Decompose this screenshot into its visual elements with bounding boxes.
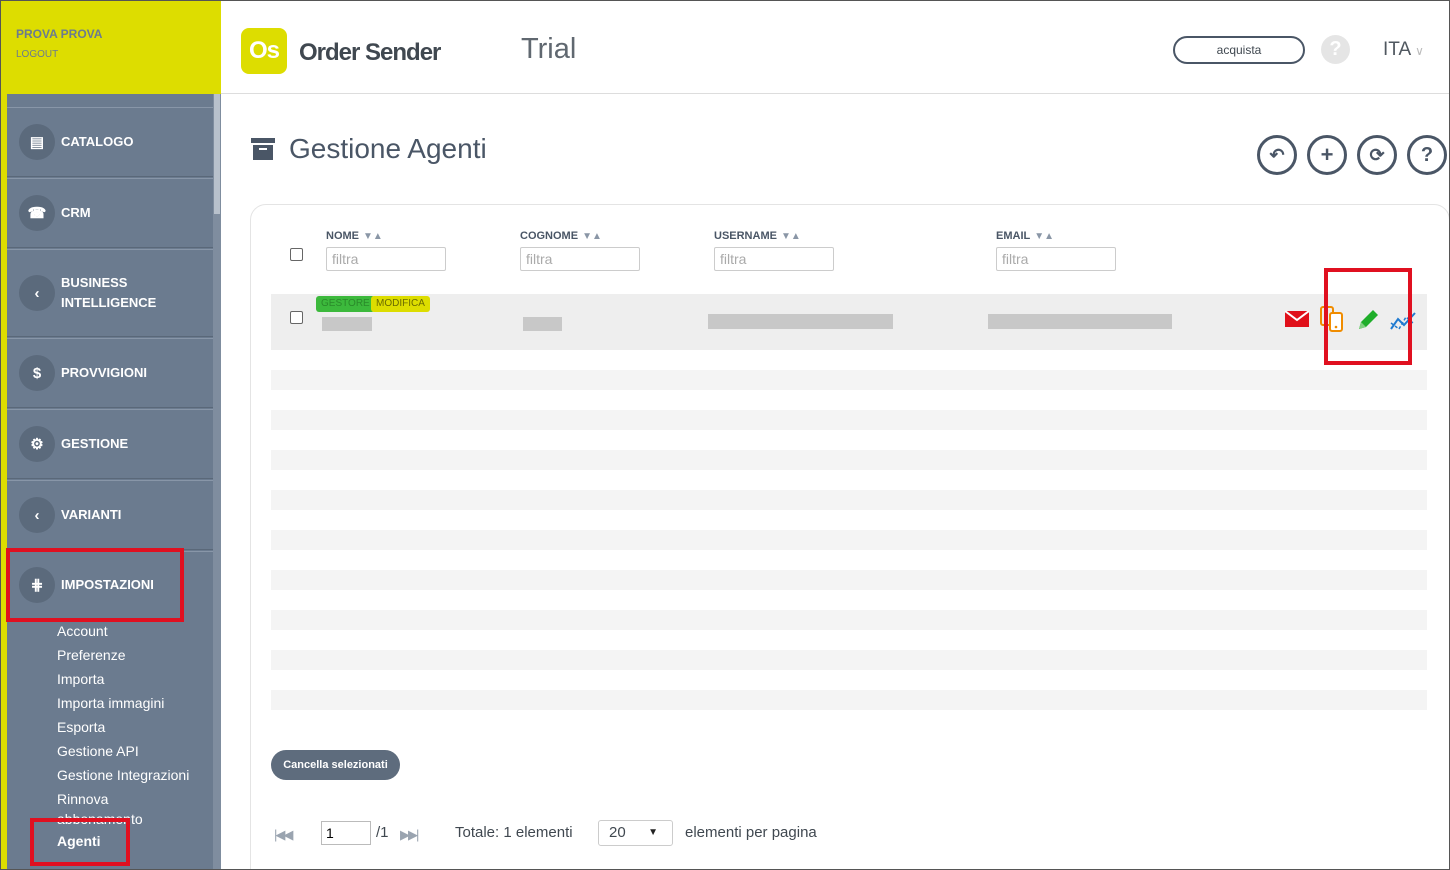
empty-row [271, 450, 1427, 470]
submenu-gestione-api[interactable]: Gestione API [57, 739, 189, 763]
empty-row [271, 370, 1427, 390]
column-label: COGNOME [520, 230, 579, 242]
sidebar-item-catalogo[interactable]: ▤ CATALOGO [7, 107, 213, 177]
column-label: EMAIL [996, 230, 1031, 242]
user-name: PROVA PROVA [16, 27, 103, 41]
row-checkbox[interactable] [290, 311, 303, 324]
chevron-down-icon: ∨ [1415, 44, 1424, 58]
gear-icon: ⚙ [19, 426, 55, 462]
select-all-checkbox[interactable] [290, 248, 303, 261]
empty-row [271, 610, 1427, 630]
logo-badge: Os [241, 28, 287, 74]
acquista-button[interactable]: acquista [1173, 36, 1305, 64]
submenu-esporta[interactable]: Esporta [57, 715, 189, 739]
dollar-icon: $ [19, 355, 55, 391]
empty-row [271, 650, 1427, 670]
empty-row [271, 490, 1427, 510]
chevron-left-circle-icon: ‹ [19, 275, 55, 311]
column-label: USERNAME [714, 230, 777, 242]
sidebar: PROVA PROVA LOGOUT ▤ CATALOGO ☎ CRM ‹ BU… [1, 1, 221, 869]
column-header-email[interactable]: EMAIL ▼▲ [996, 230, 1054, 242]
sidebar-item-label: GESTIONE [61, 436, 129, 451]
sidebar-item-gestione[interactable]: ⚙ GESTIONE [7, 409, 213, 479]
plan-label: Trial [521, 33, 577, 65]
language-label: ITA [1383, 39, 1412, 60]
sidebar-item-crm[interactable]: ☎ CRM [7, 178, 213, 248]
mail-icon[interactable] [1285, 309, 1309, 329]
sort-icon[interactable]: ▼▲ [1034, 231, 1054, 242]
filter-email-input[interactable] [996, 247, 1116, 271]
empty-row [271, 690, 1427, 710]
empty-row [271, 570, 1427, 590]
column-label: NOME [326, 230, 359, 242]
total-count: Totale: 1 elementi [455, 824, 573, 841]
page-title-wrap: Gestione Agenti [251, 133, 487, 165]
sidebar-scrollbar[interactable] [213, 94, 221, 869]
phone-icon: ☎ [19, 195, 55, 231]
submenu-importa[interactable]: Importa [57, 667, 189, 691]
sidebar-item-label: PROVVIGIONI [61, 365, 147, 380]
sidebar-item-label: CATALOGO [61, 134, 134, 149]
page-number-input[interactable] [321, 821, 371, 845]
back-button[interactable]: ↶ [1257, 135, 1297, 175]
submenu-account[interactable]: Account [57, 619, 189, 643]
archive-icon [251, 138, 275, 160]
filter-nome-input[interactable] [326, 247, 446, 271]
help-button[interactable]: ? [1407, 135, 1447, 175]
sort-icon[interactable]: ▼▲ [582, 231, 602, 242]
app-window: PROVA PROVA LOGOUT ▤ CATALOGO ☎ CRM ‹ BU… [0, 0, 1450, 870]
refresh-button[interactable]: ⟳ [1357, 135, 1397, 175]
logo-text: Order Sender [299, 39, 441, 66]
redacted-username [708, 314, 893, 329]
empty-row [271, 530, 1427, 550]
sort-icon[interactable]: ▼▲ [363, 231, 383, 242]
page-title: Gestione Agenti [289, 133, 487, 164]
redacted-nome [322, 317, 372, 331]
chevron-left-circle-icon: ‹ [19, 497, 55, 533]
sidebar-item-label: CRM [61, 205, 91, 220]
sidebar-item-business-intelligence[interactable]: ‹ BUSINESS INTELLIGENCE [7, 249, 213, 337]
per-page-select[interactable]: 20 ▼ [598, 820, 673, 846]
sidebar-item-label: VARIANTI [61, 507, 122, 522]
filter-username-input[interactable] [714, 247, 834, 271]
per-page-value: 20 [609, 824, 626, 841]
book-icon: ▤ [19, 124, 55, 160]
caret-down-icon: ▼ [648, 827, 658, 838]
user-box: PROVA PROVA LOGOUT [1, 1, 221, 94]
sidebar-item-label: BUSINESS INTELLIGENCE [61, 275, 157, 310]
submenu-preferenze[interactable]: Preferenze [57, 643, 189, 667]
filter-cognome-input[interactable] [520, 247, 640, 271]
page-count: /1 [376, 824, 389, 841]
column-header-cognome[interactable]: COGNOME ▼▲ [520, 230, 602, 242]
top-header: Os Order Sender Trial acquista ? ITA ∨ [221, 1, 1449, 94]
badge-modifica: MODIFICA [371, 296, 430, 312]
redacted-cognome [523, 317, 562, 331]
delete-selected-button[interactable]: Cancella selezionati [271, 750, 400, 780]
submenu-gestione-integrazioni[interactable]: Gestione Integrazioni [57, 763, 189, 787]
sidebar-item-varianti[interactable]: ‹ VARIANTI [7, 480, 213, 550]
sidebar-item-provvigioni[interactable]: $ PROVVIGIONI [7, 338, 213, 408]
last-page-icon[interactable]: ▶▶| [400, 827, 419, 843]
per-page-label: elementi per pagina [685, 824, 817, 841]
add-button[interactable]: + [1307, 135, 1347, 175]
submenu-importa-immagini[interactable]: Importa immagini [57, 691, 189, 715]
highlight-impostazioni [6, 548, 184, 622]
redacted-email [988, 314, 1172, 329]
logout-link[interactable]: LOGOUT [16, 49, 221, 60]
column-header-nome[interactable]: NOME ▼▲ [326, 230, 383, 242]
highlight-agenti [30, 818, 130, 866]
column-header-username[interactable]: USERNAME ▼▲ [714, 230, 801, 242]
language-selector[interactable]: ITA ∨ [1383, 39, 1424, 61]
help-icon[interactable]: ? [1321, 35, 1350, 64]
highlight-row-actions [1324, 268, 1412, 365]
badge-gestore: GESTORE [316, 296, 375, 312]
first-page-icon[interactable]: |◀◀ [274, 827, 293, 843]
sort-icon[interactable]: ▼▲ [781, 231, 801, 242]
sidebar-scroll-thumb[interactable] [214, 94, 220, 214]
empty-row [271, 410, 1427, 430]
